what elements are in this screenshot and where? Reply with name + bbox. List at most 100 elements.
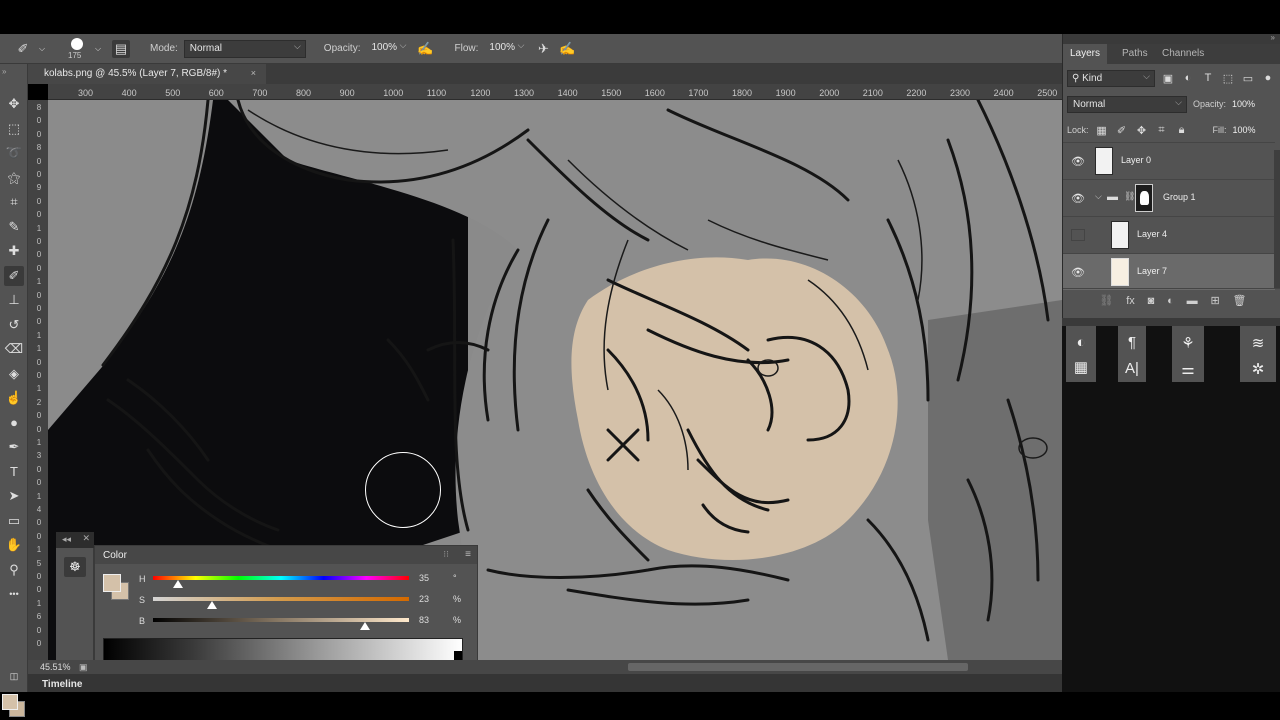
panel-grip-icon[interactable]: ⁝⁝ <box>443 549 449 560</box>
adjustment-filter-icon[interactable]: ◐ <box>1181 71 1195 85</box>
add-mask-icon[interactable]: ◙ <box>1148 295 1155 307</box>
filter-toggle-icon[interactable]: ● <box>1261 71 1275 85</box>
toolbar-grip[interactable]: » <box>2 67 6 76</box>
hue-track[interactable] <box>153 576 409 580</box>
hue-value[interactable]: 35 <box>419 573 449 583</box>
lock-artboard-icon[interactable]: ⌗ <box>1155 123 1169 137</box>
quick-mask-icon[interactable]: ◫ <box>4 666 24 686</box>
new-layer-icon[interactable]: ⊞ <box>1210 294 1219 307</box>
layer-row[interactable]: 👁︎ ⌵ ▬ ⛓ Group 1 <box>1063 179 1275 216</box>
brightness-value[interactable]: 83 <box>419 615 449 625</box>
smudge-tool-icon[interactable]: ☝ <box>4 388 24 408</box>
dodge-tool-icon[interactable]: ● <box>4 413 24 433</box>
tab-paths[interactable]: Paths <box>1115 44 1155 64</box>
lock-pixels-icon[interactable]: ✐ <box>1115 123 1129 137</box>
layer-kind-filter[interactable]: ⚲ Kind <box>1067 69 1155 87</box>
brush-size-picker[interactable]: 175 <box>66 37 88 61</box>
hue-slider-knob[interactable] <box>172 580 183 588</box>
layer-thumbnail[interactable] <box>1111 258 1129 286</box>
clone-source-icon[interactable]: ✲ <box>1240 360 1276 378</box>
new-adjustment-icon[interactable]: ◐ <box>1167 295 1174 307</box>
zoom-tool-icon[interactable]: ⚲ <box>4 560 24 580</box>
visibility-eye-icon[interactable] <box>1071 229 1085 241</box>
color-palette-icon[interactable]: ☸ <box>64 557 86 577</box>
document-tab[interactable]: kolabs.png @ 45.5% (Layer 7, RGB/8#) * × <box>28 64 266 84</box>
visibility-eye-icon[interactable]: 👁︎ <box>1071 192 1085 205</box>
brush-preset-icon[interactable]: ✐ <box>14 40 32 58</box>
layer-row[interactable]: 👁︎ Layer 0 <box>1063 142 1275 179</box>
type-tool-icon[interactable]: T <box>4 462 24 482</box>
crop-tool-icon[interactable]: ⌗ <box>4 192 24 212</box>
move-tool-icon[interactable]: ✥ <box>4 94 24 114</box>
layer-style-icon[interactable]: fx <box>1126 295 1135 307</box>
paint-bucket-tool-icon[interactable]: ◈ <box>4 364 24 384</box>
healing-brush-tool-icon[interactable]: ✚ <box>4 241 24 261</box>
magic-wand-tool-icon[interactable]: ⚝ <box>4 168 24 188</box>
more-tools-icon[interactable]: ••• <box>4 584 24 604</box>
image-filter-icon[interactable]: ▣ <box>1161 71 1175 85</box>
layer-opacity-value[interactable]: 100% <box>1232 99 1255 109</box>
lock-all-icon[interactable]: 🔒︎ <box>1175 123 1189 137</box>
path-selection-tool-icon[interactable]: ➤ <box>4 486 24 506</box>
mask-link-icon[interactable]: ⛓ <box>1124 191 1135 202</box>
status-export-icon[interactable]: ▣ <box>79 662 88 672</box>
layer-thumbnail[interactable] <box>1111 221 1129 249</box>
color-panel-foreground-swatch[interactable] <box>103 574 121 592</box>
tab-channels[interactable]: Channels <box>1155 44 1211 64</box>
character-icon[interactable]: A| <box>1118 360 1146 377</box>
adjustments-icon[interactable]: ◐ <box>1066 334 1096 351</box>
properties-icon[interactable]: ▦ <box>1066 358 1096 376</box>
type-filter-icon[interactable]: T <box>1201 71 1215 85</box>
layers-scrollbar[interactable] <box>1274 150 1280 288</box>
chevron-down-icon[interactable]: ⌵ <box>94 40 102 58</box>
brush-strokes-icon[interactable]: ≋ <box>1240 334 1276 352</box>
visibility-eye-icon[interactable]: 👁︎ <box>1071 155 1085 168</box>
zoom-level[interactable]: 45.51% <box>40 662 71 672</box>
close-icon[interactable]: ✕ <box>82 533 90 544</box>
visibility-eye-icon[interactable]: 👁︎ <box>1071 266 1085 279</box>
shape-filter-icon[interactable]: ⬚ <box>1221 71 1235 85</box>
delete-layer-icon[interactable]: 🗑︎ <box>1233 294 1247 307</box>
layer-name[interactable]: Group 1 <box>1163 192 1196 202</box>
saturation-slider-knob[interactable] <box>206 601 217 609</box>
eyedropper-tool-icon[interactable]: ✎ <box>4 217 24 237</box>
clone-stamp-tool-icon[interactable]: ⊥ <box>4 290 24 310</box>
pressure-opacity-icon[interactable]: ✍ <box>416 40 434 58</box>
mode-select[interactable]: Normal <box>183 39 306 58</box>
layer-name[interactable]: Layer 4 <box>1137 229 1167 239</box>
brush-tool-icon[interactable]: ✐ <box>4 265 24 286</box>
tab-layers[interactable]: Layers <box>1063 44 1108 64</box>
scrollbar-thumb[interactable] <box>628 663 968 671</box>
foreground-color-swatch[interactable] <box>2 694 18 710</box>
lasso-tool-icon[interactable]: ➰ <box>4 143 24 163</box>
new-group-icon[interactable]: ▬ <box>1187 295 1198 307</box>
chevron-down-icon[interactable]: ⌵ <box>38 40 46 58</box>
hand-tool-icon[interactable]: ✋ <box>4 535 24 555</box>
brush-settings-icon[interactable]: ▤ <box>112 39 130 58</box>
layer-row[interactable]: Layer 4 <box>1063 216 1275 253</box>
smart-object-filter-icon[interactable]: ▭ <box>1241 71 1255 85</box>
close-tab-icon[interactable]: × <box>251 68 256 78</box>
group-expand-icon[interactable]: ⌵ <box>1095 191 1102 202</box>
fill-value[interactable]: 100% <box>1233 125 1256 135</box>
layer-row[interactable]: 👁︎ Layer 7 <box>1063 253 1275 290</box>
history-brush-tool-icon[interactable]: ↺ <box>4 315 24 335</box>
layer-thumbnail[interactable] <box>1095 147 1113 175</box>
brush-settings-panel-icon[interactable]: ⚌ <box>1172 360 1204 378</box>
lock-position-icon[interactable]: ✥ <box>1135 123 1149 137</box>
flow-field[interactable]: 100% <box>484 39 529 58</box>
collapse-panels-icon[interactable]: » <box>1271 33 1275 42</box>
layer-mask-thumbnail[interactable] <box>1135 184 1153 212</box>
paragraph-icon[interactable]: ¶ <box>1118 334 1146 351</box>
rectangle-tool-icon[interactable]: ▭ <box>4 511 24 531</box>
brush-presets-icon[interactable]: ⚘ <box>1172 334 1204 352</box>
collapse-icon[interactable]: ◂◂ <box>62 534 71 545</box>
pen-tool-icon[interactable]: ✒ <box>4 437 24 457</box>
pressure-size-icon[interactable]: ✍ <box>558 40 576 58</box>
panel-menu-icon[interactable]: ≡ <box>465 549 471 560</box>
saturation-track[interactable] <box>153 597 409 601</box>
layer-name[interactable]: Layer 0 <box>1121 155 1151 165</box>
lock-transparency-icon[interactable]: ▦ <box>1095 123 1109 137</box>
blend-mode-select[interactable]: Normal <box>1067 95 1187 113</box>
saturation-value[interactable]: 23 <box>419 594 449 604</box>
